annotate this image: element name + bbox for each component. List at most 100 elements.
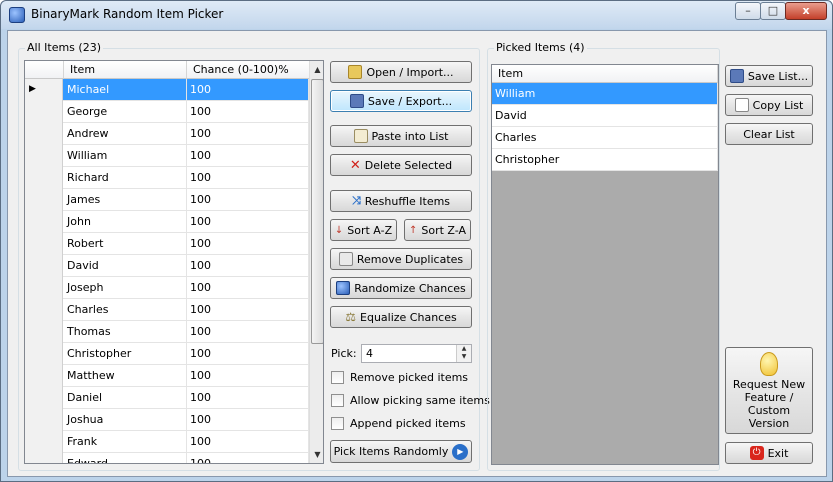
item-cell[interactable]: David — [64, 255, 187, 277]
row-header[interactable] — [25, 277, 63, 299]
pick-count-stepper[interactable]: 4 ▲ ▼ — [361, 344, 472, 363]
row-header[interactable] — [25, 431, 63, 453]
chance-cell[interactable]: 100 — [187, 453, 309, 463]
picked-item-cell[interactable]: William — [492, 83, 718, 105]
table-row[interactable]: George 100 — [25, 101, 309, 123]
list-item[interactable]: Christopher — [492, 149, 718, 171]
table-row[interactable]: John 100 — [25, 211, 309, 233]
list-item[interactable]: Charles — [492, 127, 718, 149]
chance-cell[interactable]: 100 — [187, 365, 309, 387]
chance-cell[interactable]: 100 — [187, 321, 309, 343]
item-cell[interactable]: William — [64, 145, 187, 167]
remove-picked-checkbox[interactable]: Remove picked items — [331, 371, 468, 384]
chance-cell[interactable]: 100 — [187, 277, 309, 299]
chance-cell[interactable]: 100 — [187, 123, 309, 145]
reshuffle-items-button[interactable]: ⤨ Reshuffle Items — [330, 190, 472, 212]
item-cell[interactable]: Thomas — [64, 321, 187, 343]
sort-za-button[interactable]: ↑ Sort Z-A — [404, 219, 471, 241]
item-cell[interactable]: Edward — [64, 453, 187, 463]
title-bar[interactable]: BinaryMark Random Item Picker – □ x — [1, 1, 832, 29]
table-row[interactable]: Daniel 100 — [25, 387, 309, 409]
column-header-chance[interactable]: Chance (0-100)% — [187, 61, 310, 79]
row-header[interactable] — [25, 343, 63, 365]
item-cell[interactable]: James — [64, 189, 187, 211]
table-row[interactable]: Joseph 100 — [25, 277, 309, 299]
copy-list-button[interactable]: Copy List — [725, 94, 813, 116]
open-import-button[interactable]: Open / Import... — [330, 61, 472, 83]
table-row[interactable]: Thomas 100 — [25, 321, 309, 343]
row-header[interactable] — [25, 321, 63, 343]
scroll-down-icon[interactable]: ▼ — [310, 446, 323, 463]
all-items-scrollbar[interactable]: ▲ ▼ — [309, 61, 323, 463]
table-row[interactable]: Robert 100 — [25, 233, 309, 255]
item-cell[interactable]: Charles — [64, 299, 187, 321]
row-header[interactable] — [25, 101, 63, 123]
column-header-item[interactable]: Item — [64, 61, 187, 79]
exit-button[interactable]: ⏻ Exit — [725, 442, 813, 464]
clear-list-button[interactable]: Clear List — [725, 123, 813, 145]
equalize-chances-button[interactable]: ⚖ Equalize Chances — [330, 306, 472, 328]
delete-selected-button[interactable]: ✕ Delete Selected — [330, 154, 472, 176]
row-header[interactable] — [25, 123, 63, 145]
row-header[interactable] — [25, 299, 63, 321]
stepper-arrows-icon[interactable]: ▲ ▼ — [456, 345, 471, 362]
row-header[interactable] — [25, 365, 63, 387]
chance-cell[interactable]: 100 — [187, 299, 309, 321]
item-cell[interactable]: Andrew — [64, 123, 187, 145]
chance-cell[interactable]: 100 — [187, 167, 309, 189]
append-picked-box[interactable] — [331, 417, 344, 430]
picked-column-header-item[interactable]: Item — [492, 65, 718, 83]
table-row[interactable]: Frank 100 — [25, 431, 309, 453]
table-row[interactable]: Matthew 100 — [25, 365, 309, 387]
chance-cell[interactable]: 100 — [187, 387, 309, 409]
picked-items-list[interactable]: Item William David Charles Christopher — [491, 64, 719, 465]
all-items-grid[interactable]: Item Chance (0-100)% ▶ Michael 100 George 10… — [24, 60, 324, 464]
row-header[interactable]: ▶ — [25, 79, 63, 101]
row-header[interactable] — [25, 189, 63, 211]
append-picked-checkbox[interactable]: Append picked items — [331, 417, 466, 430]
picked-item-cell[interactable]: Christopher — [492, 149, 718, 171]
chance-cell[interactable]: 100 — [187, 189, 309, 211]
table-row[interactable]: Christopher 100 — [25, 343, 309, 365]
row-header[interactable] — [25, 255, 63, 277]
row-header[interactable] — [25, 145, 63, 167]
item-cell[interactable]: Christopher — [64, 343, 187, 365]
table-row[interactable]: Joshua 100 — [25, 409, 309, 431]
chance-cell[interactable]: 100 — [187, 233, 309, 255]
chance-cell[interactable]: 100 — [187, 211, 309, 233]
chance-cell[interactable]: 100 — [187, 101, 309, 123]
scroll-up-icon[interactable]: ▲ — [310, 61, 323, 78]
item-cell[interactable]: Robert — [64, 233, 187, 255]
allow-same-checkbox[interactable]: Allow picking same items — [331, 394, 490, 407]
table-row[interactable]: James 100 — [25, 189, 309, 211]
paste-into-list-button[interactable]: Paste into List — [330, 125, 472, 147]
table-row[interactable]: Charles 100 — [25, 299, 309, 321]
chance-cell[interactable]: 100 — [187, 409, 309, 431]
sort-az-button[interactable]: ↓ Sort A-Z — [330, 219, 397, 241]
chance-cell[interactable]: 100 — [187, 145, 309, 167]
table-row[interactable]: Edward 100 — [25, 453, 309, 463]
maximize-button[interactable]: □ — [760, 2, 786, 20]
row-header[interactable] — [25, 233, 63, 255]
randomize-chances-button[interactable]: Randomize Chances — [330, 277, 472, 299]
pick-items-randomly-button[interactable]: Pick Items Randomly ▶ — [330, 440, 472, 463]
item-cell[interactable]: Michael — [64, 79, 187, 101]
chance-cell[interactable]: 100 — [187, 343, 309, 365]
chance-cell[interactable]: 100 — [187, 79, 309, 101]
row-header[interactable] — [25, 453, 63, 463]
allow-same-box[interactable] — [331, 394, 344, 407]
item-cell[interactable]: Matthew — [64, 365, 187, 387]
table-row[interactable]: ▶ Michael 100 — [25, 79, 309, 101]
table-row[interactable]: Richard 100 — [25, 167, 309, 189]
list-item[interactable]: William — [492, 83, 718, 105]
save-export-button[interactable]: Save / Export... — [330, 90, 472, 112]
scroll-thumb[interactable] — [311, 79, 323, 344]
pick-count-value[interactable]: 4 — [366, 347, 373, 360]
minimize-button[interactable]: – — [735, 2, 761, 20]
save-list-button[interactable]: Save List... — [725, 65, 813, 87]
item-cell[interactable]: Joshua — [64, 409, 187, 431]
request-feature-button[interactable]: Request New Feature / Custom Version — [725, 347, 813, 434]
picked-item-cell[interactable]: Charles — [492, 127, 718, 149]
item-cell[interactable]: John — [64, 211, 187, 233]
row-header[interactable] — [25, 387, 63, 409]
